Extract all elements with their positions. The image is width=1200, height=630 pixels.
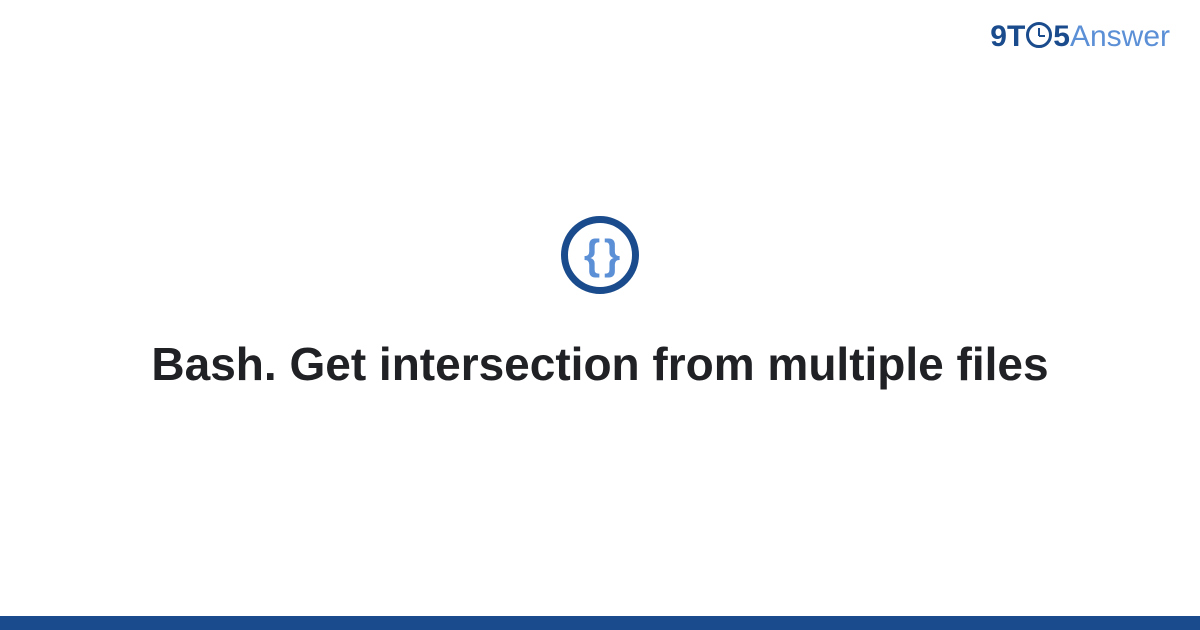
- braces-glyph: { }: [584, 231, 616, 279]
- page-title: Bash. Get intersection from multiple fil…: [151, 336, 1048, 394]
- main-content: { } Bash. Get intersection from multiple…: [0, 0, 1200, 630]
- code-braces-icon: { }: [561, 216, 639, 294]
- footer-bar: [0, 616, 1200, 630]
